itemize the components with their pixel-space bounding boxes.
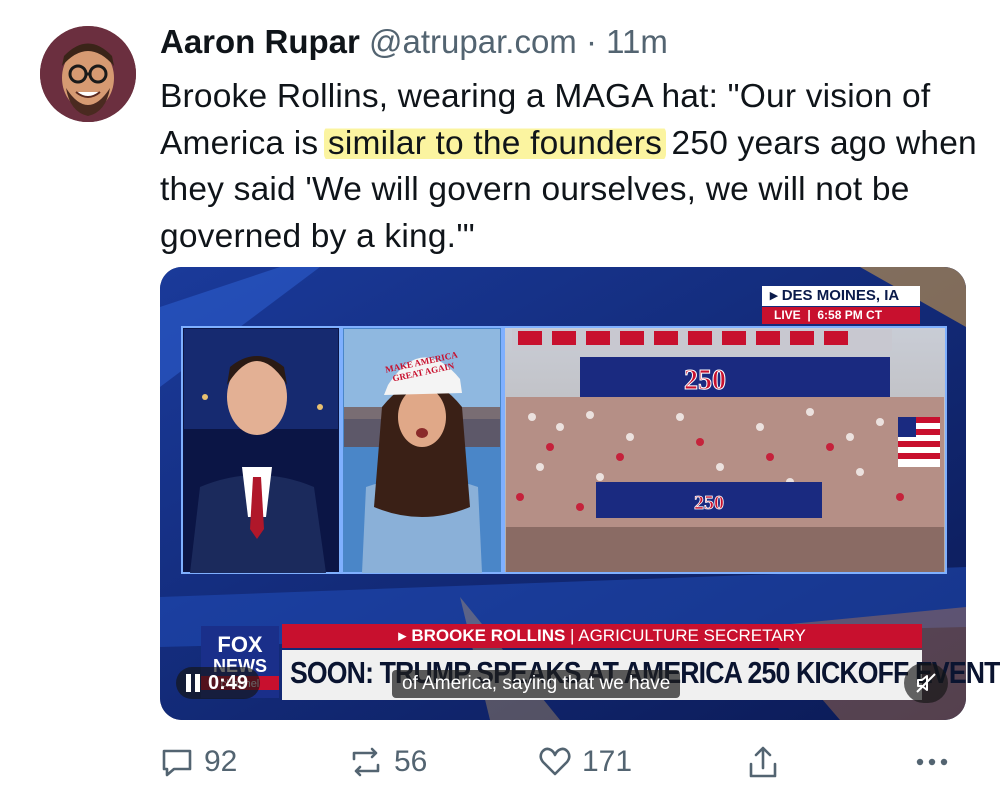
lower-third-title: AGRICULTURE SECRETARY — [578, 626, 806, 645]
video-timecode: 0:49 — [208, 671, 249, 694]
post-time[interactable]: 11m — [606, 23, 668, 60]
more-button[interactable] — [912, 740, 952, 784]
repost-icon — [352, 747, 380, 777]
author-name[interactable]: Aaron Rupar — [160, 23, 360, 60]
tweet-text: Brooke Rollins, wearing a MAGA hat: "Our… — [160, 74, 980, 260]
svg-text:FOX: FOX — [217, 632, 263, 657]
stage-banner: 250 — [684, 365, 726, 396]
repost-count: 56 — [394, 745, 428, 778]
highlighted-text: similar to the founders — [323, 124, 667, 162]
tweet-header: Aaron Rupar @atrupar.com · 11m — [160, 20, 668, 64]
mute-button[interactable] — [904, 663, 948, 703]
lower-third-name: BROOKE ROLLINS — [411, 626, 566, 645]
heart-icon — [539, 747, 571, 776]
like-button[interactable]: 171 — [538, 740, 632, 784]
repost-button[interactable]: 56 — [348, 740, 427, 784]
more-icon — [916, 758, 948, 766]
reply-button[interactable]: 92 — [160, 740, 237, 784]
author-handle[interactable]: @atrupar.com — [369, 23, 577, 60]
pause-icon[interactable] — [186, 674, 200, 692]
avatar[interactable] — [40, 26, 136, 122]
like-count: 171 — [582, 745, 633, 778]
reply-icon — [162, 749, 192, 777]
video-caption: of America, saying that we have — [392, 670, 681, 698]
stage-podium-banner: 250 — [694, 492, 724, 514]
playback-control[interactable]: 0:49 — [176, 667, 261, 699]
share-icon — [749, 746, 777, 778]
muted-speaker-icon — [916, 673, 936, 693]
location-label: ▸ DES MOINES, IA — [762, 286, 920, 306]
separator-dot: · — [585, 23, 597, 60]
location-bug: ▸ DES MOINES, IA LIVE | 6:58 PM CT — [762, 286, 920, 324]
live-label: LIVE | 6:58 PM CT — [762, 307, 920, 324]
avatar-image — [40, 26, 136, 122]
lower-third: ▸ BROOKE ROLLINS | AGRICULTURE SECRETARY — [282, 624, 922, 648]
share-button[interactable] — [746, 740, 780, 784]
action-bar: 92 56 171 — [160, 740, 966, 784]
reply-count: 92 — [204, 745, 238, 778]
